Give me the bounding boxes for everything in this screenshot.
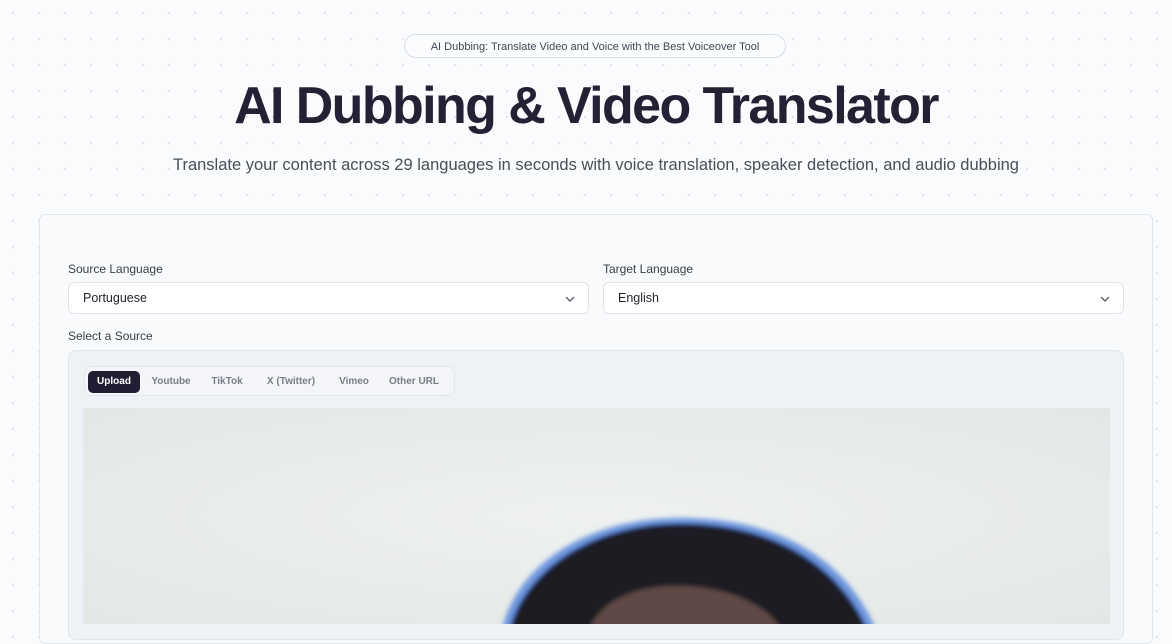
chevron-down-icon xyxy=(1100,296,1110,302)
page-title: AI Dubbing & Video Translator xyxy=(234,77,939,135)
target-language-select[interactable]: English xyxy=(603,282,1124,314)
source-tabs: Upload Youtube TikTok X (Twitter) Vimeo … xyxy=(84,366,455,396)
video-preview[interactable] xyxy=(83,408,1110,624)
tab-upload[interactable]: Upload xyxy=(88,371,140,393)
target-language-value: English xyxy=(618,291,659,305)
target-language-label: Target Language xyxy=(603,262,694,276)
select-source-label: Select a Source xyxy=(68,329,153,343)
source-language-select[interactable]: Portuguese xyxy=(68,282,589,314)
source-language-label: Source Language xyxy=(68,262,163,276)
tab-youtube[interactable]: Youtube xyxy=(145,371,197,393)
hero-badge[interactable]: AI Dubbing: Translate Video and Voice wi… xyxy=(404,34,786,58)
tab-tiktok[interactable]: TikTok xyxy=(207,371,247,393)
tab-x-twitter[interactable]: X (Twitter) xyxy=(260,371,322,393)
video-frame-image xyxy=(83,408,1110,624)
page-subtitle: Translate your content across 29 languag… xyxy=(172,156,1019,174)
chevron-down-icon xyxy=(565,296,575,302)
tab-vimeo[interactable]: Vimeo xyxy=(334,371,374,393)
source-language-value: Portuguese xyxy=(83,291,147,305)
tab-other-url[interactable]: Other URL xyxy=(385,371,443,393)
